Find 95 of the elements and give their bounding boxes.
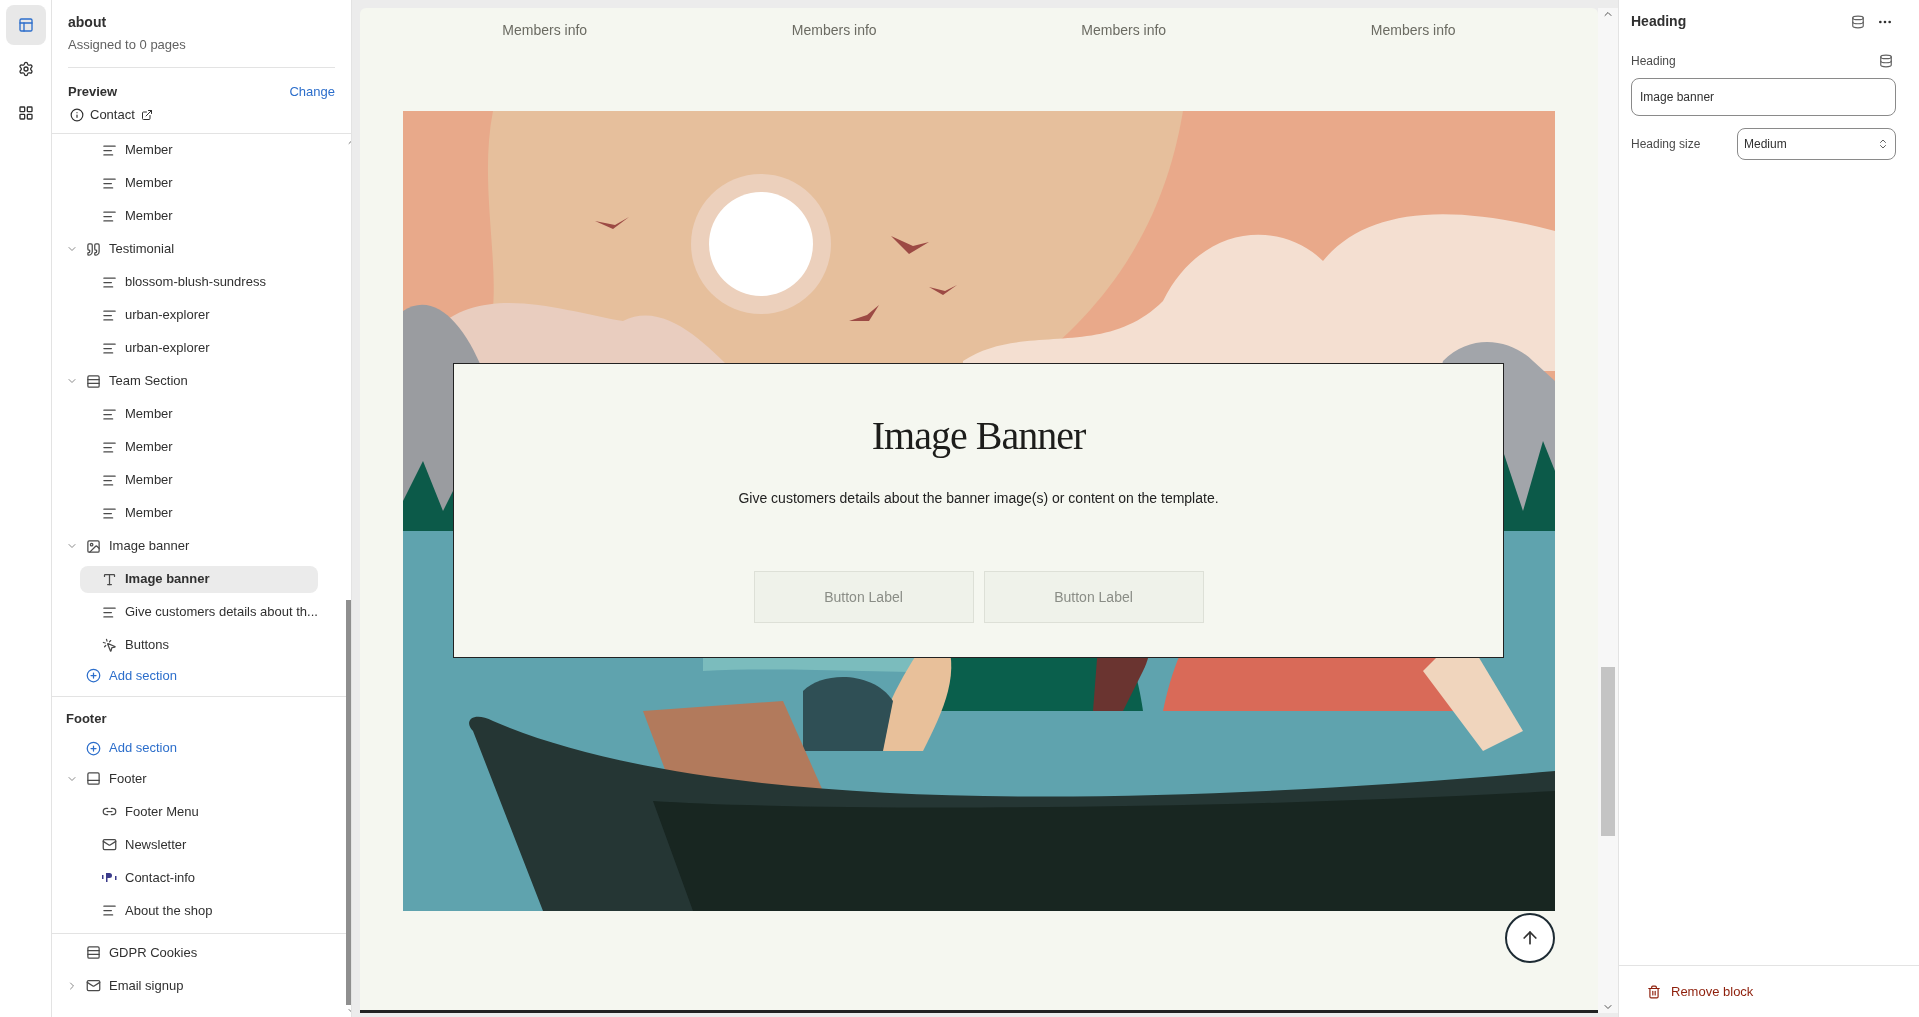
block-item[interactable]: Newsletter bbox=[80, 831, 318, 858]
scrollbar-thumb[interactable] bbox=[1601, 667, 1615, 836]
add-section-button[interactable]: Add section bbox=[86, 736, 177, 760]
heading-input[interactable]: Image banner bbox=[1631, 78, 1896, 116]
preview-page: Contact bbox=[90, 106, 135, 124]
block-item[interactable]: Member bbox=[80, 169, 318, 197]
trash-icon bbox=[1647, 984, 1661, 999]
external-link-icon[interactable] bbox=[140, 108, 153, 121]
block-item[interactable]: Member bbox=[80, 433, 318, 461]
block-label: Image banner bbox=[125, 570, 210, 589]
block-item[interactable]: blossom-blush-sundress bbox=[80, 268, 318, 296]
block-item[interactable]: Contact-info bbox=[80, 864, 318, 891]
group-title: Footer bbox=[66, 709, 108, 728]
section-label[interactable]: Image banner bbox=[109, 536, 190, 556]
footer-icon bbox=[86, 771, 101, 786]
sections-icon bbox=[17, 17, 34, 33]
block-label: Member bbox=[125, 504, 173, 523]
add-section-button[interactable]: Add section bbox=[86, 663, 177, 688]
section-label[interactable]: Team Section bbox=[109, 371, 188, 391]
text-lines-icon bbox=[102, 340, 117, 356]
text-lines-icon bbox=[102, 307, 117, 323]
block-label: blossom-blush-sundress bbox=[125, 273, 266, 292]
block-item[interactable]: Member bbox=[80, 499, 318, 527]
block-label: About the shop bbox=[125, 901, 213, 920]
section-label[interactable]: Footer bbox=[109, 768, 147, 789]
block-label: urban-explorer bbox=[125, 306, 210, 325]
nav-link[interactable]: Members info bbox=[791, 20, 877, 41]
assigned-pages: Assigned to 0 pages bbox=[68, 36, 187, 54]
block-label: urban-explorer bbox=[125, 339, 210, 358]
database-icon[interactable] bbox=[1879, 54, 1893, 68]
text-lines-icon bbox=[102, 274, 117, 290]
block-item[interactable]: Buttons bbox=[80, 631, 318, 659]
block-item[interactable]: Footer Menu bbox=[80, 798, 318, 825]
heading-size-select[interactable]: Medium bbox=[1737, 128, 1896, 160]
block-label: Member bbox=[125, 471, 173, 490]
plus-icon bbox=[86, 668, 101, 683]
envelope-icon bbox=[86, 978, 101, 993]
block-label: Member bbox=[125, 207, 173, 226]
contact-info-icon bbox=[102, 870, 117, 885]
text-lines-icon bbox=[102, 439, 117, 455]
field-label: Heading bbox=[1631, 53, 1676, 70]
banner-description: Give customers details about the banner image(s) or content on the template. bbox=[738, 489, 1219, 508]
block-item[interactable]: Give customers details about th... bbox=[80, 598, 318, 626]
block-item[interactable]: Member bbox=[80, 202, 318, 230]
text-lines-icon bbox=[102, 472, 117, 488]
section-label[interactable]: GDPR Cookies bbox=[109, 942, 198, 963]
block-item[interactable]: About the shop bbox=[80, 897, 318, 924]
text-lines-icon bbox=[102, 406, 117, 422]
image-icon bbox=[86, 538, 101, 554]
block-label: Give customers details about th... bbox=[125, 603, 318, 622]
block-label: Footer Menu bbox=[125, 802, 199, 821]
nav-link[interactable]: Members info bbox=[1370, 20, 1456, 41]
block-label: Member bbox=[125, 174, 173, 193]
text-lines-icon bbox=[102, 604, 117, 620]
preview-label: Preview bbox=[68, 82, 118, 101]
block-label: Newsletter bbox=[125, 835, 187, 854]
remove-block-button[interactable]: Remove block bbox=[1647, 981, 1754, 1002]
section-icon bbox=[86, 945, 101, 960]
nav-link[interactable]: Members info bbox=[1081, 20, 1167, 41]
info-icon bbox=[70, 107, 84, 122]
text-icon bbox=[102, 571, 117, 587]
block-item[interactable]: urban-explorer bbox=[80, 301, 318, 329]
block-item[interactable]: Member bbox=[80, 466, 318, 494]
text-lines-icon bbox=[102, 175, 117, 191]
select-arrows-icon bbox=[1877, 138, 1889, 150]
envelope-icon bbox=[102, 837, 117, 852]
banner-heading: Image Banner bbox=[871, 412, 1086, 460]
pointer-icon bbox=[102, 637, 117, 653]
section-label[interactable]: Email signup bbox=[109, 975, 184, 996]
text-lines-icon bbox=[102, 142, 117, 158]
plus-icon bbox=[86, 740, 101, 756]
field-label: Heading size bbox=[1631, 136, 1701, 153]
section-label[interactable]: Testimonial bbox=[109, 239, 175, 259]
settings-icon bbox=[17, 61, 34, 77]
apps-icon bbox=[17, 105, 34, 121]
database-icon[interactable] bbox=[1851, 14, 1865, 29]
block-label: Member bbox=[125, 405, 173, 424]
text-lines-icon bbox=[102, 208, 117, 224]
template-name: about bbox=[68, 13, 108, 32]
section-icon bbox=[86, 373, 101, 389]
block-item[interactable]: Member bbox=[80, 400, 318, 428]
change-link[interactable]: Change bbox=[289, 81, 335, 101]
nav-link[interactable]: Members info bbox=[502, 20, 588, 41]
block-label: Buttons bbox=[125, 636, 170, 655]
block-item[interactable]: Member bbox=[80, 136, 318, 164]
text-lines-icon bbox=[102, 903, 117, 918]
text-lines-icon bbox=[102, 505, 117, 521]
panel-title: Heading bbox=[1631, 12, 1687, 31]
block-item[interactable]: urban-explorer bbox=[80, 334, 318, 362]
block-item[interactable]: Image banner bbox=[80, 565, 318, 593]
block-label: Contact-info bbox=[125, 868, 196, 887]
block-label: Member bbox=[125, 141, 173, 160]
quote-icon bbox=[86, 241, 101, 257]
scroll-to-top-button[interactable] bbox=[1505, 913, 1555, 963]
block-label: Member bbox=[125, 438, 173, 457]
